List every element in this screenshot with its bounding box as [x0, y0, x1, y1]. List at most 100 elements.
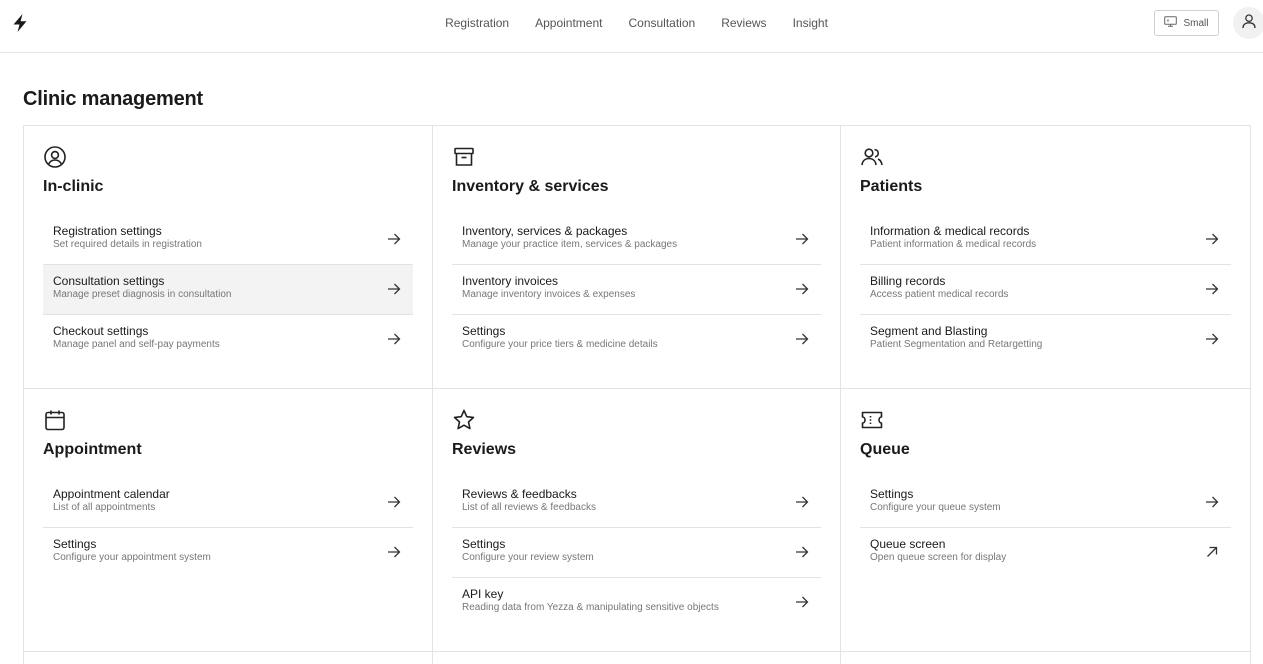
- arrow-right-icon: [387, 545, 401, 559]
- ticket-icon: [860, 408, 884, 432]
- list-item-inventory-settings[interactable]: Settings Configure your price tiers & me…: [452, 315, 821, 365]
- item-subtitle: Set required details in registration: [53, 239, 202, 250]
- list-item-consultation-settings[interactable]: Consultation settings Manage preset diag…: [43, 265, 413, 315]
- list-item-registration-settings[interactable]: Registration settings Set required detai…: [43, 215, 413, 265]
- arrow-right-icon: [387, 282, 401, 296]
- section-partial: [24, 652, 433, 664]
- page-title: Clinic management: [23, 88, 203, 110]
- item-subtitle: Reading data from Yezza & manipulating s…: [462, 602, 719, 613]
- arrow-right-icon: [1205, 282, 1219, 296]
- item-subtitle: Configure your queue system: [870, 502, 1001, 513]
- section-reviews: Reviews Reviews & feedbacks List of all …: [433, 389, 841, 652]
- item-title: Checkout settings: [53, 324, 149, 338]
- list-item-api-key[interactable]: API key Reading data from Yezza & manipu…: [452, 578, 821, 628]
- nav-item-registration[interactable]: Registration: [432, 16, 522, 30]
- star-icon: [452, 408, 476, 432]
- arrow-right-icon: [795, 495, 809, 509]
- item-title: Segment and Blasting: [870, 324, 988, 338]
- item-title: API key: [462, 587, 504, 601]
- section-partial: [433, 652, 841, 664]
- arrow-right-icon: [795, 595, 809, 609]
- item-title: Billing records: [870, 274, 946, 288]
- item-subtitle: Manage inventory invoices & expenses: [462, 289, 636, 300]
- item-subtitle: Manage panel and self-pay payments: [53, 339, 220, 350]
- user-circle-icon: [43, 145, 67, 169]
- arrow-right-icon: [1205, 232, 1219, 246]
- item-subtitle: Patient information & medical records: [870, 239, 1037, 250]
- section-title: In-clinic: [43, 178, 104, 195]
- arrow-right-icon: [1205, 495, 1219, 509]
- arrow-right-icon: [795, 332, 809, 346]
- section-title: Inventory & services: [452, 178, 609, 195]
- arrow-right-icon: [795, 232, 809, 246]
- section-partial: [841, 652, 1250, 664]
- calendar-icon: [43, 408, 67, 432]
- list-item-information-medical-records[interactable]: Information & medical records Patient in…: [860, 215, 1231, 265]
- item-subtitle: Configure your price tiers & medicine de…: [462, 339, 658, 350]
- users-icon: [860, 145, 884, 169]
- list-item-checkout-settings[interactable]: Checkout settings Manage panel and self-…: [43, 315, 413, 365]
- item-title: Settings: [462, 537, 506, 551]
- nav-item-appointment[interactable]: Appointment: [522, 16, 615, 30]
- item-title: Queue screen: [870, 537, 946, 551]
- bolt-icon[interactable]: [10, 13, 30, 33]
- section-in-clinic: In-clinic Registration settings Set requ…: [24, 126, 433, 389]
- section-title: Appointment: [43, 441, 142, 458]
- section-inventory-services: Inventory & services Inventory, services…: [433, 126, 841, 389]
- item-subtitle: Manage your practice item, services & pa…: [462, 239, 678, 250]
- monitor-icon: [1164, 16, 1178, 30]
- item-subtitle: List of all reviews & feedbacks: [462, 502, 596, 513]
- item-subtitle: Access patient medical records: [870, 289, 1009, 300]
- management-grid: In-clinic Registration settings Set requ…: [23, 125, 1251, 664]
- arrow-right-icon: [1205, 332, 1219, 346]
- item-subtitle: Patient Segmentation and Retargetting: [870, 339, 1043, 350]
- display-size-label: Small: [1183, 17, 1209, 29]
- item-title: Inventory, services & packages: [462, 224, 628, 238]
- nav-item-consultation[interactable]: Consultation: [615, 16, 708, 30]
- item-title: Registration settings: [53, 224, 162, 238]
- section-patients: Patients Information & medical records P…: [841, 126, 1250, 389]
- item-subtitle: List of all appointments: [53, 502, 156, 513]
- list-item-review-settings[interactable]: Settings Configure your review system: [452, 528, 821, 578]
- arrow-right-icon: [387, 332, 401, 346]
- item-title: Consultation settings: [53, 274, 165, 288]
- item-title: Settings: [870, 487, 914, 501]
- list-item-appointment-calendar[interactable]: Appointment calendar List of all appoint…: [43, 478, 413, 528]
- list-item-inventory-invoices[interactable]: Inventory invoices Manage inventory invo…: [452, 265, 821, 315]
- list-item-segment-blasting[interactable]: Segment and Blasting Patient Segmentatio…: [860, 315, 1231, 365]
- nav-item-reviews[interactable]: Reviews: [708, 16, 779, 30]
- section-title: Queue: [860, 441, 910, 458]
- section-title: Reviews: [452, 441, 517, 458]
- item-title: Reviews & feedbacks: [462, 487, 577, 501]
- list-item-queue-settings[interactable]: Settings Configure your queue system: [860, 478, 1231, 528]
- display-size-button[interactable]: Small: [1154, 10, 1219, 36]
- list-item-appointment-settings[interactable]: Settings Configure your appointment syst…: [43, 528, 413, 578]
- item-subtitle: Configure your review system: [462, 552, 594, 563]
- item-subtitle: Open queue screen for display: [870, 552, 1007, 563]
- section-title: Patients: [860, 178, 923, 195]
- top-navigation-bar: Registration Appointment Consultation Re…: [0, 0, 1263, 53]
- arrow-right-icon: [795, 545, 809, 559]
- user-icon: [1241, 13, 1257, 34]
- arrow-right-icon: [387, 232, 401, 246]
- section-queue: Queue Settings Configure your queue syst…: [841, 389, 1250, 652]
- list-item-reviews-feedbacks[interactable]: Reviews & feedbacks List of all reviews …: [452, 478, 821, 528]
- nav-item-insight[interactable]: Insight: [780, 16, 841, 30]
- item-title: Appointment calendar: [53, 487, 170, 501]
- item-title: Settings: [53, 537, 97, 551]
- item-title: Inventory invoices: [462, 274, 559, 288]
- external-link-arrow-icon: [1205, 545, 1219, 559]
- list-item-billing-records[interactable]: Billing records Access patient medical r…: [860, 265, 1231, 315]
- arrow-right-icon: [387, 495, 401, 509]
- list-item-queue-screen[interactable]: Queue screen Open queue screen for displ…: [860, 528, 1231, 578]
- list-item-inventory-services-packages[interactable]: Inventory, services & packages Manage yo…: [452, 215, 821, 265]
- user-avatar-button[interactable]: [1233, 7, 1263, 39]
- item-subtitle: Manage preset diagnosis in consultation: [53, 289, 232, 300]
- item-title: Settings: [462, 324, 506, 338]
- arrow-right-icon: [795, 282, 809, 296]
- item-subtitle: Configure your appointment system: [53, 552, 211, 563]
- main-nav: Registration Appointment Consultation Re…: [0, 0, 1263, 46]
- section-appointment: Appointment Appointment calendar List of…: [24, 389, 433, 652]
- archive-icon: [452, 145, 476, 169]
- item-title: Information & medical records: [870, 224, 1030, 238]
